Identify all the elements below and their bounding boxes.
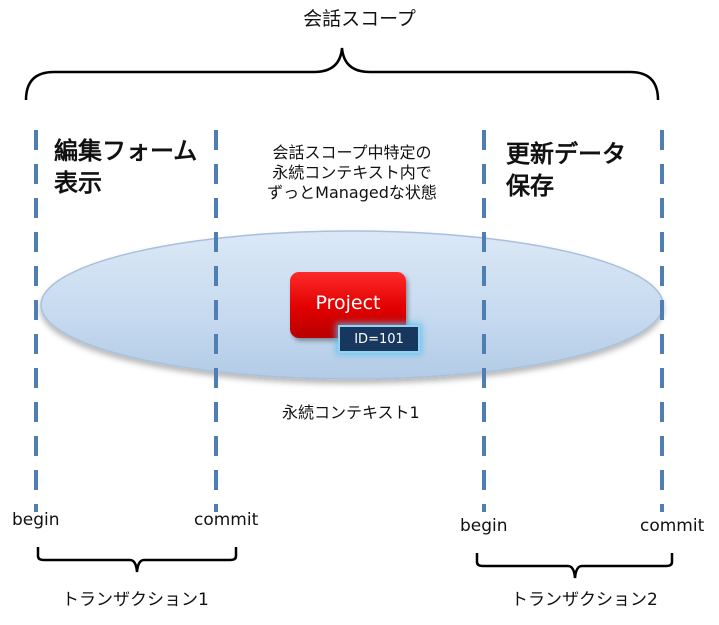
tx1-begin-label: begin <box>12 510 60 530</box>
transaction2-brace <box>475 553 674 579</box>
tx1-commit-label: commit <box>194 510 259 530</box>
entity-id-badge: ID=101 <box>338 325 420 353</box>
conversation-scope-brace <box>24 47 660 101</box>
edit-form-display-line2: 表示 <box>54 169 102 197</box>
edit-form-display-heading: 編集フォーム 表示 <box>54 135 197 199</box>
managed-state-description: 会話スコープ中特定の 永続コンテキスト内で ずっとManagedな状態 <box>222 143 482 203</box>
tx2-commit-label: commit <box>640 516 705 536</box>
managed-state-line3: ずっとManagedな状態 <box>267 183 437 202</box>
managed-state-line2: 永続コンテキスト内で <box>272 163 432 182</box>
transaction2-label: トランザクション2 <box>511 590 658 610</box>
tx2-begin-label: begin <box>460 516 508 536</box>
managed-state-line1: 会話スコープ中特定の <box>272 143 432 162</box>
save-update-data-line2: 保存 <box>506 172 554 200</box>
conversation-scope-title: 会話スコープ <box>303 8 416 30</box>
transaction1-brace <box>36 547 238 573</box>
edit-form-display-line1: 編集フォーム <box>54 137 198 165</box>
save-update-data-heading: 更新データ 保存 <box>506 138 626 202</box>
save-update-data-line1: 更新データ <box>506 140 626 168</box>
entity-id-label: ID=101 <box>354 332 404 347</box>
persistence-context-caption: 永続コンテキスト1 <box>282 403 420 422</box>
transaction1-label: トランザクション1 <box>62 590 209 610</box>
project-entity-label: Project <box>315 292 381 314</box>
